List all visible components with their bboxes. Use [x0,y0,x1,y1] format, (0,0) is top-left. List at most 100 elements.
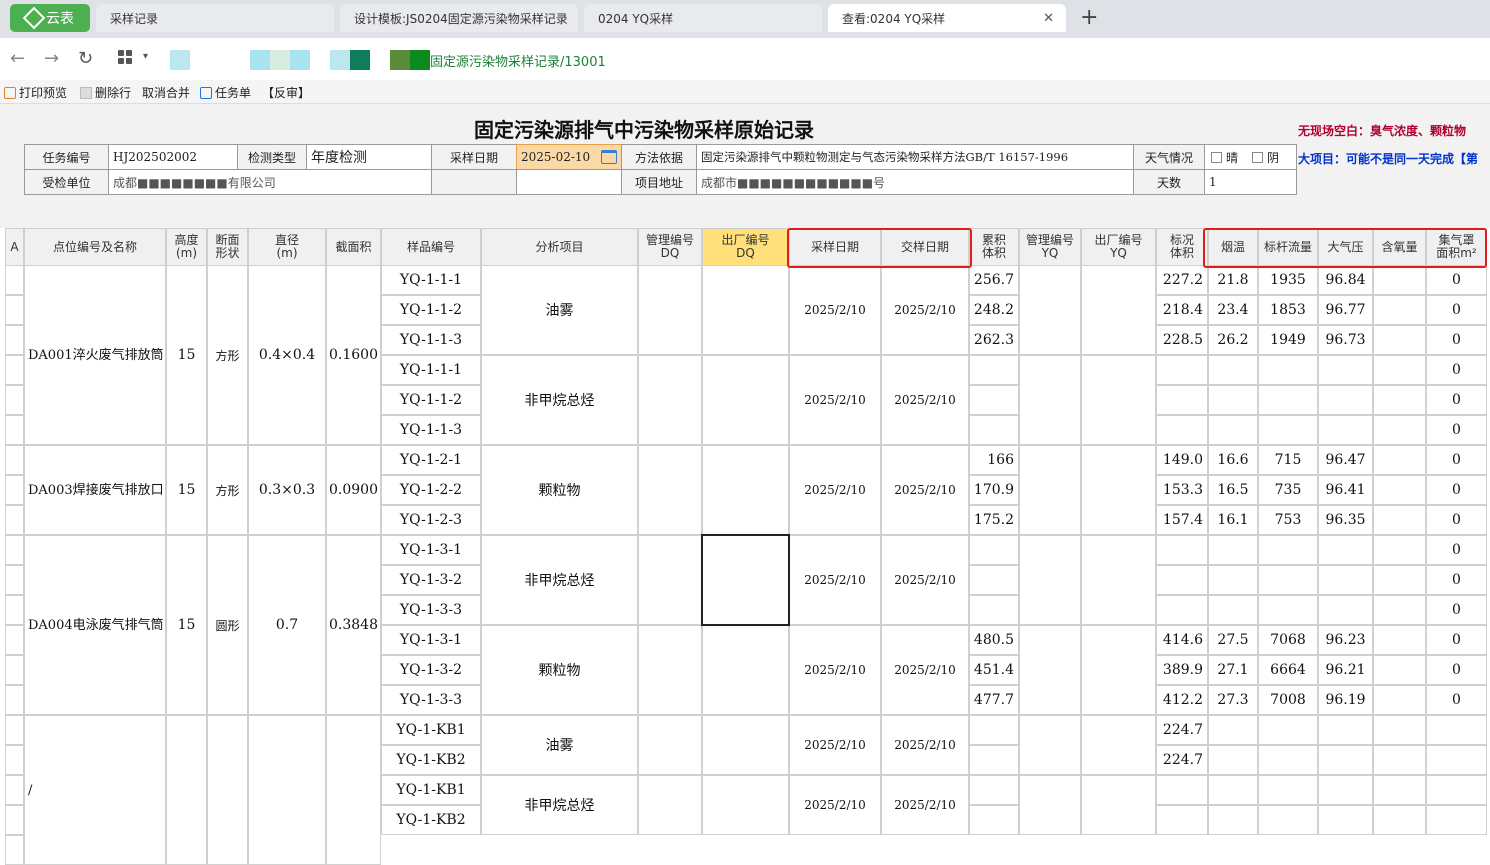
col-header-shape[interactable]: 断面 形状 [207,228,248,266]
cum-vol-cell[interactable]: 170.9 [969,475,1019,505]
mgmt-yq-cell[interactable] [1019,775,1081,835]
col-header-smoke-temp[interactable]: 烟温 [1208,228,1258,266]
smoke-temp-cell[interactable] [1208,535,1258,565]
col-header-hood-area[interactable]: 集气罩 面积m² [1426,228,1487,266]
pitot-flow-cell[interactable]: 735 [1258,475,1318,505]
pitot-flow-cell[interactable]: 715 [1258,445,1318,475]
pitot-flow-cell[interactable] [1258,355,1318,385]
std-vol-cell[interactable]: 224.7 [1156,745,1208,775]
std-vol-cell[interactable] [1156,535,1208,565]
out-yq-cell[interactable] [1081,535,1156,625]
oxygen-cell[interactable] [1373,715,1426,745]
cloudy-checkbox[interactable] [1252,151,1264,163]
sample-no-cell[interactable]: YQ-1-3-2 [381,565,481,595]
reload-icon[interactable]: ↻ [78,48,93,69]
pitot-flow-cell[interactable]: 1949 [1258,325,1318,355]
mgmt-dq-cell[interactable] [638,265,702,355]
out-yq-cell[interactable] [1081,625,1156,715]
sample-no-cell[interactable]: YQ-1-KB2 [381,745,481,775]
address-field[interactable]: 成都市■■■■■■■■■■■■号 [696,169,1134,195]
col-header-sample-no[interactable]: 样品编号 [381,228,481,266]
out-dq-cell[interactable] [702,445,789,535]
sample-no-cell[interactable]: YQ-1-3-2 [381,655,481,685]
analysis-cell[interactable]: 非甲烷总烃 [481,775,638,835]
sample-no-cell[interactable]: YQ-1-1-1 [381,265,481,295]
calendar-icon[interactable] [601,150,617,164]
oxygen-cell[interactable] [1373,685,1426,715]
out-yq-cell[interactable] [1081,715,1156,775]
hood-area-cell[interactable]: 0 [1426,445,1487,475]
hood-area-cell[interactable]: 0 [1426,415,1487,445]
sample-no-cell[interactable]: YQ-1-2-3 [381,505,481,535]
oxygen-cell[interactable] [1373,595,1426,625]
hood-area-cell[interactable]: 0 [1426,565,1487,595]
hood-area-cell[interactable]: 0 [1426,685,1487,715]
std-vol-cell[interactable]: 218.4 [1156,295,1208,325]
mgmt-dq-cell[interactable] [638,445,702,535]
mgmt-dq-cell[interactable] [638,715,702,775]
out-yq-cell[interactable] [1081,355,1156,445]
std-vol-cell[interactable] [1156,565,1208,595]
cum-vol-cell[interactable] [969,565,1019,595]
smoke-temp-cell[interactable]: 27.3 [1208,685,1258,715]
cum-vol-cell[interactable] [969,715,1019,745]
cum-vol-cell[interactable]: 480.5 [969,625,1019,655]
pitot-flow-cell[interactable] [1258,535,1318,565]
smoke-temp-cell[interactable]: 27.1 [1208,655,1258,685]
sample-no-cell[interactable]: YQ-1-1-1 [381,355,481,385]
smoke-temp-cell[interactable]: 16.1 [1208,505,1258,535]
new-tab-icon[interactable]: + [1080,5,1098,30]
tab-design-template[interactable]: 设计模板:JS0204固定源污染物采样记录 [340,4,578,32]
cum-vol-cell[interactable]: 477.7 [969,685,1019,715]
std-vol-cell[interactable] [1156,805,1208,835]
mgmt-dq-cell[interactable] [638,625,702,715]
shape-cell[interactable] [207,715,248,865]
pitot-flow-cell[interactable]: 6664 [1258,655,1318,685]
sample-no-cell[interactable]: YQ-1-1-3 [381,415,481,445]
atm-cell[interactable] [1318,415,1373,445]
sample-no-cell[interactable]: YQ-1-3-1 [381,625,481,655]
sample-date-cell[interactable]: 2025/2/10 [789,535,881,625]
smoke-temp-cell[interactable] [1208,385,1258,415]
empty-cell[interactable] [516,169,622,195]
cum-vol-cell[interactable] [969,745,1019,775]
detect-type-field[interactable]: 年度检测 [306,144,432,170]
pitot-flow-cell[interactable]: 1853 [1258,295,1318,325]
oxygen-cell[interactable] [1373,805,1426,835]
out-yq-cell[interactable] [1081,445,1156,535]
height-cell[interactable] [166,715,207,865]
smoke-temp-cell[interactable] [1208,745,1258,775]
diameter-cell[interactable]: 0.3×0.3 [248,445,326,535]
std-vol-cell[interactable] [1156,775,1208,805]
pitot-flow-cell[interactable] [1258,805,1318,835]
bookmark-block[interactable] [290,50,310,70]
col-header-point[interactable]: 点位编号及名称 [24,228,166,266]
mgmt-yq-cell[interactable] [1019,715,1081,775]
col-header-std-vol[interactable]: 标况 体积 [1156,228,1208,266]
std-vol-cell[interactable]: 157.4 [1156,505,1208,535]
analysis-cell[interactable]: 非甲烷总烃 [481,355,638,445]
smoke-temp-cell[interactable] [1208,415,1258,445]
col-header-atm[interactable]: 大气压 [1318,228,1373,266]
tab-view-yq-sampling[interactable]: 查看:0204 YQ采样 ✕ [828,4,1066,32]
analysis-cell[interactable]: 油雾 [481,265,638,355]
analysis-cell[interactable]: 颗粒物 [481,445,638,535]
bookmark-block[interactable] [270,50,290,70]
sample-no-cell[interactable]: YQ-1-2-1 [381,445,481,475]
out-yq-cell[interactable] [1081,265,1156,355]
pitot-flow-cell[interactable] [1258,565,1318,595]
sample-no-cell[interactable]: YQ-1-KB2 [381,805,481,835]
point-name-cell[interactable]: DA001淬火废气排放筒 [24,265,166,445]
oxygen-cell[interactable] [1373,475,1426,505]
unmerge-button[interactable]: 取消合并 [142,84,190,101]
apps-dropdown-icon[interactable]: ▾ [143,51,148,62]
pitot-flow-cell[interactable]: 7068 [1258,625,1318,655]
smoke-temp-cell[interactable] [1208,565,1258,595]
sample-date-field[interactable]: 2025-02-10 [516,144,622,170]
pitot-flow-cell[interactable]: 1935 [1258,265,1318,295]
cum-vol-cell[interactable] [969,775,1019,805]
bookmark-block[interactable] [350,50,370,70]
submit-date-cell[interactable]: 2025/2/10 [881,625,969,715]
oxygen-cell[interactable] [1373,505,1426,535]
std-vol-cell[interactable]: 224.7 [1156,715,1208,745]
